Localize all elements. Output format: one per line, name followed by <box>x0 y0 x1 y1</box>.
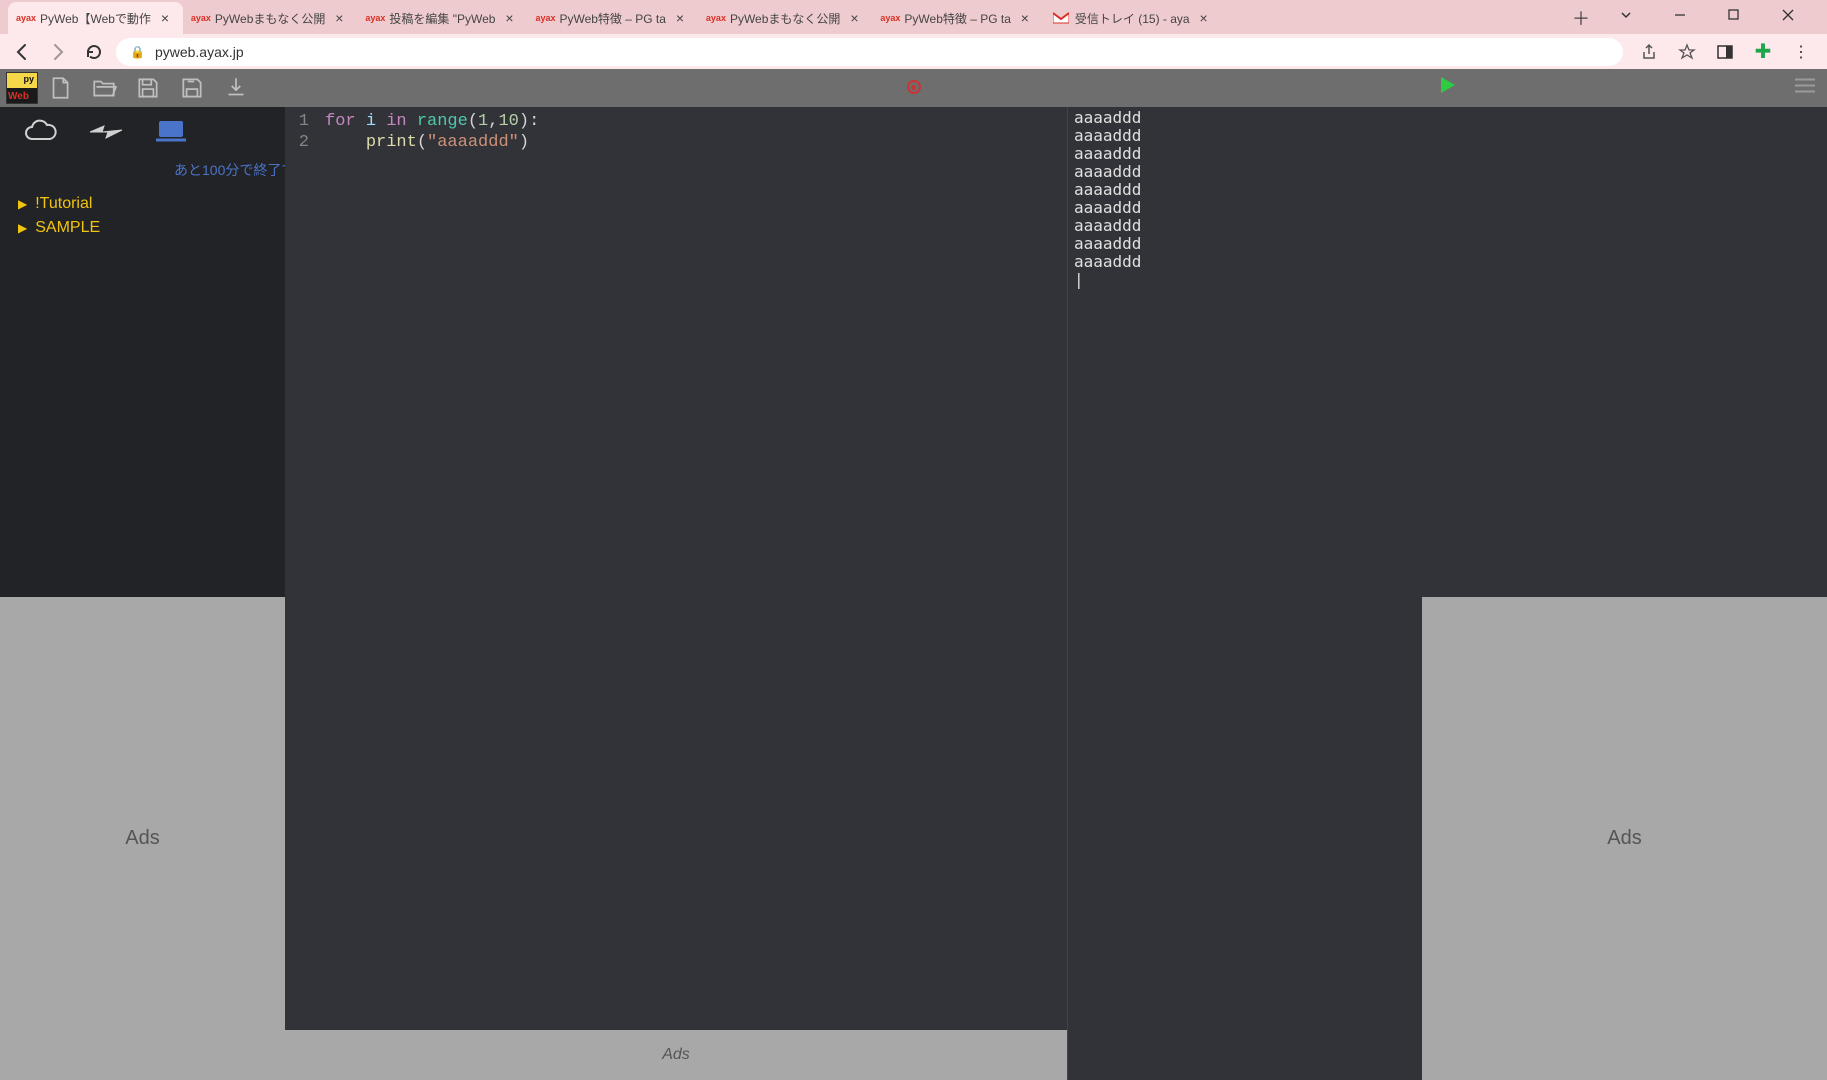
pyweb-app: pyWeb <box>0 69 1827 1080</box>
gmail-icon <box>1053 10 1069 26</box>
browser-tab[interactable]: ayax 投稿を編集 "PyWeb × <box>357 2 527 34</box>
code-editor[interactable]: 12 for i in range(1,10): print("aaaaddd"… <box>285 107 1067 1030</box>
left-column: あと100分で終了で ▶ !Tutorial ▶ SAMPLE Ads <box>0 107 285 1080</box>
run-button[interactable] <box>1437 75 1457 101</box>
tab-search-button[interactable] <box>1603 0 1649 30</box>
tabs-container: ayax PyWeb【Webで動作 × ayax PyWebまもなく公開 × ayax 投稿を… <box>8 0 1561 34</box>
editor-column: 12 for i in range(1,10): print("aaaaddd"… <box>285 107 1067 1080</box>
ads-left: Ads <box>0 597 285 1080</box>
ads-right: Ads <box>1422 597 1827 1080</box>
laptop-icon[interactable] <box>154 119 188 150</box>
chevron-right-icon: ▶ <box>18 221 27 235</box>
browser-toolbar: 🔒 pyweb.ayax.jp ✚ ⋮ <box>0 34 1827 69</box>
window-controls <box>1595 0 1819 34</box>
tab-label: 投稿を編集 "PyWeb <box>389 10 495 27</box>
app-logo: pyWeb <box>6 72 38 104</box>
site-icon: ayax <box>537 10 553 26</box>
browser-tab[interactable]: ayax PyWeb特徴 – PG ta × <box>872 2 1042 34</box>
browser-tab[interactable]: ayax PyWebまもなく公開 × <box>183 2 357 34</box>
site-icon: ayax <box>708 10 724 26</box>
close-tab-button[interactable]: × <box>1196 10 1212 26</box>
chevron-right-icon: ▶ <box>18 197 27 211</box>
site-icon: ayax <box>18 10 34 26</box>
right-column: Ads <box>1422 107 1827 1080</box>
tree-item[interactable]: ▶ SAMPLE <box>4 216 281 240</box>
back-button[interactable] <box>8 38 36 66</box>
tree-item-label: SAMPLE <box>35 219 100 237</box>
save-button[interactable] <box>126 71 170 105</box>
file-sidebar: あと100分で終了で ▶ !Tutorial ▶ SAMPLE <box>0 107 285 597</box>
extensions-button[interactable]: ✚ <box>1749 38 1777 66</box>
cloud-icon[interactable] <box>22 119 58 150</box>
save-as-button[interactable] <box>170 71 214 105</box>
minimize-button[interactable] <box>1657 0 1703 30</box>
bookmark-button[interactable] <box>1673 38 1701 66</box>
close-tab-button[interactable]: × <box>501 10 517 26</box>
download-button[interactable] <box>214 71 258 105</box>
tree-item[interactable]: ▶ !Tutorial <box>4 192 281 216</box>
site-icon: ayax <box>367 10 383 26</box>
lock-icon: 🔒 <box>130 45 145 59</box>
address-bar[interactable]: 🔒 pyweb.ayax.jp <box>116 38 1623 66</box>
site-icon: ayax <box>193 10 209 26</box>
site-icon: ayax <box>882 10 898 26</box>
flash-icon[interactable] <box>88 122 124 147</box>
tab-label: PyWeb特徴 – PG ta <box>904 10 1010 27</box>
ads-label: Ads <box>1607 827 1641 850</box>
close-tab-button[interactable]: × <box>1017 10 1033 26</box>
app-toolbar: pyWeb <box>0 69 1827 107</box>
reload-button[interactable] <box>80 38 108 66</box>
tab-label: PyWeb特徴 – PG ta <box>559 10 665 27</box>
url-text: pyweb.ayax.jp <box>155 44 244 60</box>
browser-tab[interactable]: ayax PyWebまもなく公開 × <box>698 2 872 34</box>
close-tab-button[interactable]: × <box>331 10 347 26</box>
session-timer: あと100分で終了で <box>4 156 281 192</box>
browser-tab[interactable]: ayax PyWeb特徴 – PG ta × <box>527 2 697 34</box>
close-tab-button[interactable]: × <box>157 10 173 26</box>
browser-tab[interactable]: 受信トレイ (15) - aya × <box>1043 2 1222 34</box>
ads-label: Ads <box>125 827 159 850</box>
ads-bottom-label: Ads <box>662 1046 690 1064</box>
forward-button[interactable] <box>44 38 72 66</box>
close-tab-button[interactable]: × <box>672 10 688 26</box>
browser-menu-button[interactable]: ⋮ <box>1787 38 1815 66</box>
close-window-button[interactable] <box>1765 0 1811 30</box>
canvas-panel <box>1422 107 1827 597</box>
file-tree: ▶ !Tutorial ▶ SAMPLE <box>4 192 281 240</box>
code-area[interactable]: for i in range(1,10): print("aaaaddd") <box>315 107 549 1030</box>
tree-item-label: !Tutorial <box>35 195 92 213</box>
tab-label: PyWebまもなく公開 <box>730 10 840 27</box>
record-button[interactable] <box>907 80 921 94</box>
ads-bottom: Ads <box>285 1030 1067 1080</box>
sidepanel-button[interactable] <box>1711 38 1739 66</box>
new-file-button[interactable] <box>38 71 82 105</box>
new-tab-button[interactable]: ＋ <box>1567 4 1595 32</box>
line-gutter: 12 <box>285 107 315 1030</box>
app-body: あと100分で終了で ▶ !Tutorial ▶ SAMPLE Ads 12 for … <box>0 107 1827 1080</box>
menu-button[interactable] <box>1793 76 1817 101</box>
tab-label: 受信トレイ (15) - aya <box>1075 10 1190 27</box>
open-folder-button[interactable] <box>82 71 126 105</box>
close-tab-button[interactable]: × <box>846 10 862 26</box>
maximize-button[interactable] <box>1711 0 1757 30</box>
tab-label: PyWebまもなく公開 <box>215 10 325 27</box>
browser-tab[interactable]: ayax PyWeb【Webで動作 × <box>8 2 183 34</box>
output-panel: aaaaddd aaaaddd aaaaddd aaaaddd aaaaddd … <box>1067 107 1422 1080</box>
browser-tab-strip: ayax PyWeb【Webで動作 × ayax PyWebまもなく公開 × ayax 投稿を… <box>0 0 1827 34</box>
share-button[interactable] <box>1635 38 1663 66</box>
tab-label: PyWeb【Webで動作 <box>40 10 151 27</box>
